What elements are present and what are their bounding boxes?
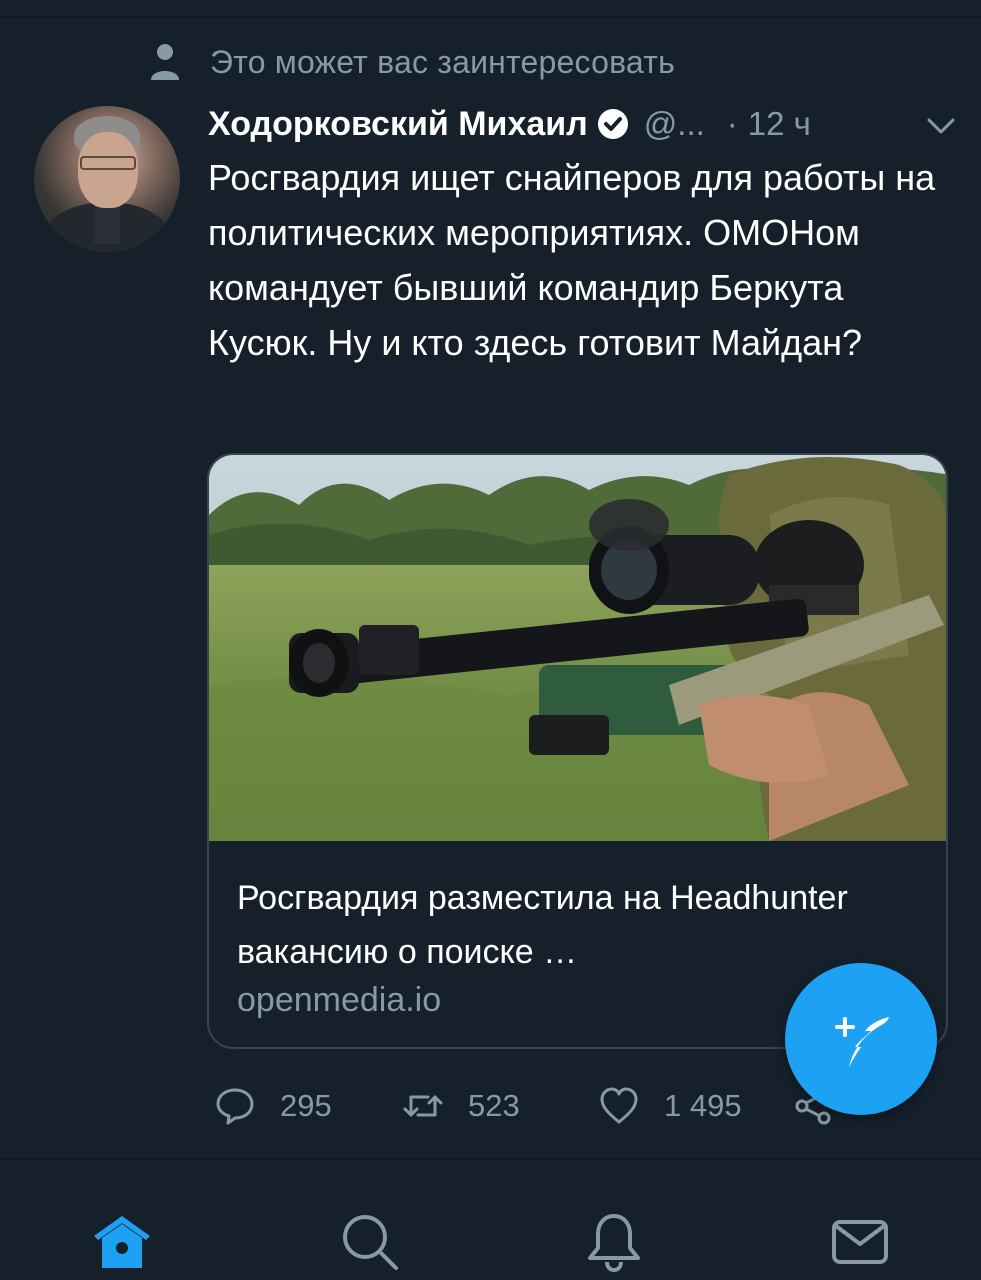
reply-count: 295	[280, 1088, 332, 1123]
card-image	[209, 455, 946, 841]
author-handle[interactable]: @...	[644, 105, 705, 143]
compose-tweet-button[interactable]	[785, 963, 937, 1115]
person-icon	[151, 44, 179, 80]
author-name[interactable]: Ходорковский Михаил	[208, 105, 588, 144]
like-count: 1 495	[664, 1088, 742, 1123]
verified-badge-icon	[597, 109, 628, 139]
mail-icon	[832, 1220, 888, 1264]
nav-messages[interactable]	[828, 1210, 892, 1274]
nav-notifications[interactable]	[582, 1210, 646, 1274]
compose-tweet-icon	[835, 1017, 889, 1067]
tweet-text: Росгвардия ищет снайперов для работы на …	[208, 157, 936, 363]
separator-dot: ·	[726, 105, 738, 142]
author-avatar[interactable]	[34, 106, 180, 252]
card-title: Росгвардия разместила на Headhunter вака…	[237, 879, 848, 971]
retweet-button[interactable]: 523	[402, 1082, 520, 1130]
link-card[interactable]: Росгвардия разместила на Headhunter вака…	[207, 453, 948, 1049]
bell-icon	[588, 1214, 640, 1273]
nav-home[interactable]	[90, 1210, 154, 1274]
nav-search[interactable]	[338, 1210, 402, 1274]
tweet-actions: 295 523 1 495	[214, 1082, 854, 1130]
card-domain: openmedia.io	[237, 981, 442, 1019]
tweet-header: Ходорковский Михаил @... · 12 ч	[208, 100, 958, 148]
context-label: Это может вас заинтересовать	[210, 43, 675, 80]
retweet-count: 523	[468, 1088, 520, 1123]
heart-icon	[600, 1087, 638, 1124]
chevron-down-icon[interactable]	[924, 108, 958, 142]
search-icon	[343, 1215, 398, 1270]
home-icon	[94, 1216, 150, 1268]
tweet-time: 12 ч	[747, 105, 811, 142]
bottom-navigation	[0, 1158, 981, 1280]
recommendation-context: Это может вас заинтересовать	[150, 40, 675, 84]
like-button[interactable]: 1 495	[598, 1082, 742, 1130]
top-divider	[0, 16, 981, 18]
reply-button[interactable]: 295	[214, 1082, 332, 1130]
retweet-icon	[403, 1095, 443, 1117]
reply-icon	[216, 1088, 254, 1125]
